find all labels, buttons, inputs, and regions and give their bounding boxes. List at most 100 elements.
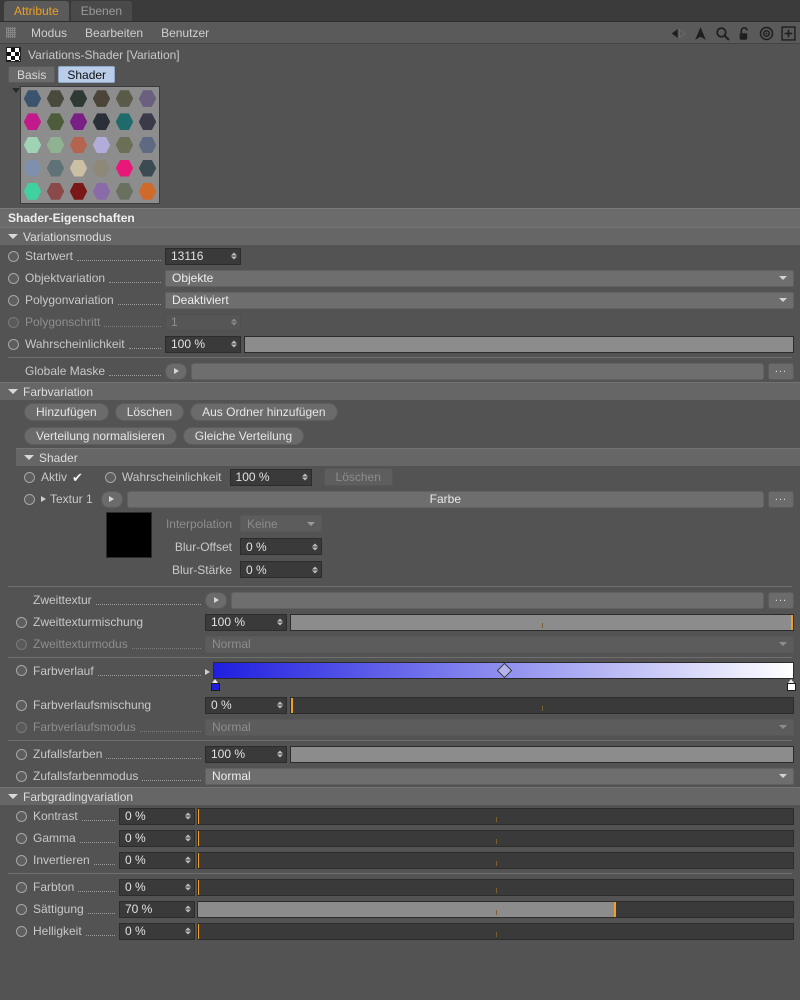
spinner-farbton[interactable] [185,884,191,891]
spinner-blur-staerke[interactable] [312,566,318,573]
slider-zweittexturmischung[interactable] [290,614,794,631]
slider-handle[interactable] [291,698,293,713]
slider-handle[interactable] [197,831,199,846]
anim-dot-wahrscheinlichkeit[interactable] [8,339,19,350]
gradient-editor[interactable] [213,662,794,679]
dropdown-polygonvariation[interactable]: Deaktiviert [165,292,794,309]
triangle-right-icon[interactable] [41,496,46,502]
gradient-knob-start[interactable] [211,679,220,691]
group-shader[interactable]: Shader [16,448,800,466]
search-icon[interactable] [715,26,730,41]
input-startwert[interactable]: 13116 [165,248,241,265]
loeschen-button[interactable]: Löschen [115,403,184,421]
anim-dot-zufallsfarben[interactable] [16,749,27,760]
input-shader-wahrscheinlichkeit[interactable]: 100 % [230,469,312,486]
slider-handle[interactable] [197,809,199,824]
slider-farbton[interactable] [197,879,794,896]
spinner-zweittexturmischung[interactable] [277,619,283,626]
aus-ordner-hinzufuegen-button[interactable]: Aus Ordner hinzufügen [190,403,337,421]
input-farbverlaufsmischung[interactable]: 0 % [205,697,287,714]
anim-dot-zweittexturmischung[interactable] [16,617,27,628]
menu-item-benutzer[interactable]: Benutzer [152,26,218,40]
slider-farbverlaufsmischung[interactable] [290,697,794,714]
input-gamma[interactable]: 0 % [119,830,195,847]
anim-dot-aktiv[interactable] [24,472,35,483]
playback-left-icon[interactable] [671,26,686,41]
spinner-shader-wahrscheinlichkeit[interactable] [302,474,308,481]
slider-handle[interactable] [791,615,793,630]
color-swatch[interactable] [106,512,152,558]
input-farbton[interactable]: 0 % [119,879,195,896]
gradient-knob-end[interactable] [787,679,796,691]
anim-dot-farbton[interactable] [16,882,27,893]
slider-handle[interactable] [197,924,199,939]
chevron-down-icon[interactable] [8,389,18,394]
spinner-startwert[interactable] [231,253,237,260]
textur-1-field[interactable]: Farbe [127,491,764,508]
unlock-icon[interactable] [737,26,752,41]
zweittextur-field[interactable] [231,592,764,609]
menu-item-modus[interactable]: Modus [22,26,76,40]
anim-dot-startwert[interactable] [8,251,19,262]
menu-item-bearbeiten[interactable]: Bearbeiten [76,26,152,40]
chevron-down-icon[interactable] [8,234,18,239]
tab-ebenen[interactable]: Ebenen [71,1,132,21]
spinner-helligkeit[interactable] [185,928,191,935]
spinner-kontrast[interactable] [185,813,191,820]
input-kontrast[interactable]: 0 % [119,808,195,825]
group-variationsmodus[interactable]: Variationsmodus [0,227,800,245]
slider-wahrscheinlichkeit[interactable] [244,336,794,353]
anim-dot-farbverlaufsmischung[interactable] [16,700,27,711]
chevron-down-icon[interactable] [24,455,34,460]
spinner-gamma[interactable] [185,835,191,842]
spinner-zufallsfarben[interactable] [277,751,283,758]
input-sättigung[interactable]: 70 % [119,901,195,918]
anim-dot-zufallsfarbenmodus[interactable] [16,771,27,782]
verteilung-normalisieren-button[interactable]: Verteilung normalisieren [24,427,177,445]
dropdown-objektvariation[interactable]: Objekte [165,270,794,287]
input-wahrscheinlichkeit[interactable]: 100 % [165,336,241,353]
spinner-blur-offset[interactable] [312,543,318,550]
anim-dot-farbverlauf[interactable] [16,665,27,676]
preview-collapse-icon[interactable] [12,88,20,93]
textur-1-browse-button[interactable]: ... [768,491,794,508]
checkbox-aktiv[interactable]: ✔ [72,471,83,484]
group-farbgradingvariation[interactable]: Farbgradingvariation [0,787,800,805]
playhead-up-icon[interactable] [693,26,708,41]
zweittextur-browse-button[interactable]: ... [768,592,794,609]
tab-attribute[interactable]: Attribute [4,1,69,21]
grip-dots-icon[interactable] [6,27,16,38]
input-invertieren[interactable]: 0 % [119,852,195,869]
slider-handle[interactable] [197,853,199,868]
input-blur-staerke[interactable]: 0 % [240,561,322,578]
subtab-shader[interactable]: Shader [58,66,115,83]
anim-dot-invertieren[interactable] [16,855,27,866]
chevron-down-icon[interactable] [8,794,18,799]
globale-maske-menu-button[interactable] [165,363,187,380]
spinner-sättigung[interactable] [185,906,191,913]
slider-helligkeit[interactable] [197,923,794,940]
hinzufuegen-button[interactable]: Hinzufügen [24,403,109,421]
spinner-invertieren[interactable] [185,857,191,864]
anim-dot-shader-wahrscheinlichkeit[interactable] [105,472,116,483]
shader-preview[interactable] [20,86,160,204]
slider-handle[interactable] [197,880,199,895]
input-zweittexturmischung[interactable]: 100 % [205,614,287,631]
subtab-basis[interactable]: Basis [8,66,55,83]
anim-dot-kontrast[interactable] [16,811,27,822]
slider-sättigung[interactable] [197,901,794,918]
dropdown-zufallsfarbenmodus[interactable]: Normal [205,768,794,785]
anim-dot-textur1[interactable] [24,494,35,505]
slider-gamma[interactable] [197,830,794,847]
anim-dot-gamma[interactable] [16,833,27,844]
add-panel-icon[interactable] [781,26,796,41]
spinner-farbverlaufsmischung[interactable] [277,702,283,709]
triangle-right-icon[interactable] [205,669,210,675]
anim-dot-objektvariation[interactable] [8,273,19,284]
anim-dot-sättigung[interactable] [16,904,27,915]
zweittextur-menu-button[interactable] [205,592,227,609]
gleiche-verteilung-button[interactable]: Gleiche Verteilung [183,427,304,445]
target-icon[interactable] [759,26,774,41]
input-helligkeit[interactable]: 0 % [119,923,195,940]
globale-maske-field[interactable] [191,363,764,380]
